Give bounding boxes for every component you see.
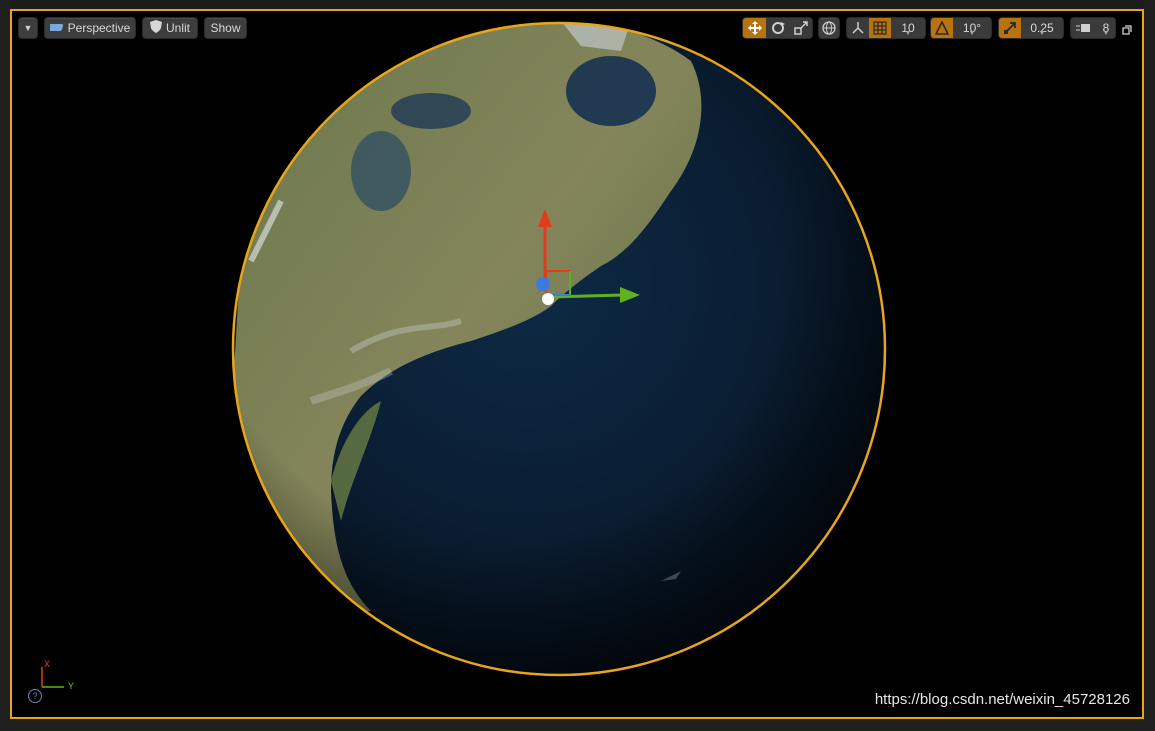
transform-mode-group: [742, 17, 813, 39]
camera-speed-button[interactable]: [1071, 18, 1097, 38]
rotation-snap-toggle[interactable]: [931, 18, 953, 38]
gizmo-pivot: [542, 293, 554, 305]
rotate-icon: [771, 22, 785, 34]
translate-mode-button[interactable]: [743, 18, 766, 38]
maximize-viewport-button[interactable]: [1122, 22, 1132, 35]
gizmo-z-handle: [536, 277, 550, 291]
rotation-snap-value[interactable]: 10° ▼: [953, 18, 991, 38]
chevron-down-icon: ▼: [904, 30, 912, 37]
maximize-icon: [1122, 25, 1132, 35]
coordinate-system-button[interactable]: [818, 17, 840, 39]
grid-icon: [873, 21, 887, 35]
earth-globe[interactable]: [231, 21, 887, 677]
chevron-down-icon: ▼: [1102, 30, 1110, 37]
rotation-snap-group: 10° ▼: [930, 17, 992, 39]
perspective-button[interactable]: Perspective: [44, 17, 136, 39]
chevron-down-icon: ▼: [968, 30, 976, 37]
left-panel-edge: [0, 0, 10, 731]
globe-icon: [822, 21, 836, 35]
move-icon: [747, 21, 762, 35]
show-label: Show: [210, 21, 241, 35]
level-viewport[interactable]: ▼ Perspective Unlit Show 10 ▼ 10° ▼ 0.25…: [10, 9, 1144, 719]
scale-mode-button[interactable]: [789, 18, 812, 38]
globe-render: [231, 21, 887, 677]
scale-icon: [793, 21, 808, 35]
axis-y-label: Y: [68, 682, 75, 693]
grid-snap-group: 10 ▼: [846, 17, 926, 39]
grid-snap-toggle[interactable]: [869, 18, 891, 38]
shield-icon: [149, 20, 162, 36]
watermark-text: https://blog.csdn.net/weixin_45728126: [874, 691, 1130, 708]
bottom-panel-edge: [0, 719, 1155, 731]
angle-icon: [935, 21, 949, 35]
axis-indicator: [41, 667, 64, 688]
surface-snap-button[interactable]: [847, 18, 869, 38]
right-panel-edge: [1144, 0, 1155, 731]
rotate-mode-button[interactable]: [766, 18, 789, 38]
transform-gizmo[interactable]: [522, 201, 662, 311]
view-mode-button[interactable]: Unlit: [142, 17, 198, 39]
scale-snap-value[interactable]: 0.25 ▼: [1021, 18, 1063, 38]
scale-snap-icon: [1004, 22, 1016, 34]
gizmo-y-arrowhead: [620, 287, 640, 303]
chevron-down-icon: ▼: [1038, 30, 1046, 37]
camera-speed-value[interactable]: 8 ▼: [1097, 18, 1115, 38]
show-button[interactable]: Show: [204, 17, 247, 39]
scale-snap-group: 0.25 ▼: [998, 17, 1064, 39]
axis-x-label: X: [44, 660, 51, 671]
scale-snap-toggle[interactable]: [999, 18, 1021, 38]
view-mode-label: Unlit: [165, 21, 190, 35]
grid-snap-value[interactable]: 10 ▼: [891, 18, 925, 38]
camera-icon: [47, 21, 64, 35]
viewport-options-button[interactable]: ▼: [18, 17, 38, 39]
surface-snap-icon: [852, 22, 864, 34]
camera-speed-icon: [1076, 24, 1090, 32]
help-icon[interactable]: ?: [28, 689, 42, 703]
perspective-label: Perspective: [67, 21, 131, 35]
camera-speed-group: 8 ▼: [1070, 17, 1116, 39]
gizmo-x-arrowhead: [538, 209, 552, 227]
